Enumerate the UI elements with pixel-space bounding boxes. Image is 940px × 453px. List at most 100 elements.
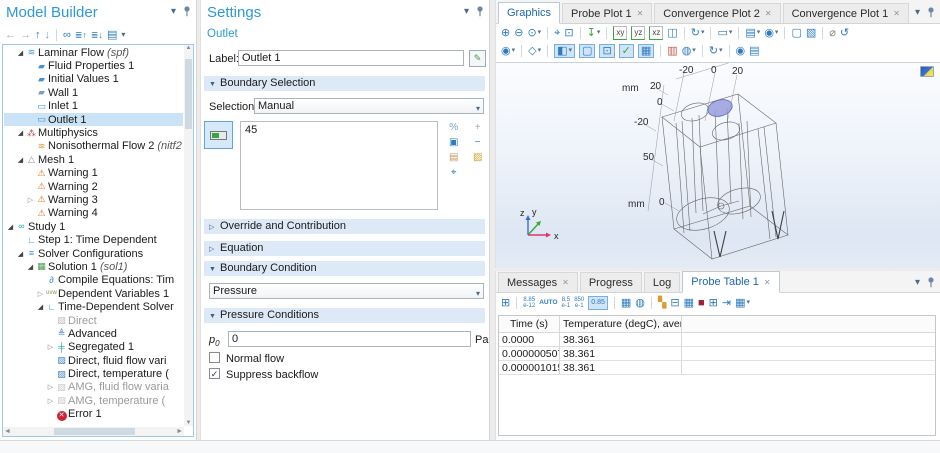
selected-boundary-45[interactable] [706, 97, 734, 119]
edit-label-button[interactable]: ✎ [469, 50, 486, 67]
show-options-icon[interactable]: ∞ [63, 29, 71, 41]
delete-table-icon[interactable]: ⊟ [670, 297, 679, 309]
tree-item-compile-equations-tim[interactable]: ∂Compile Equations: Tim [4, 274, 183, 287]
tree-item-segregated-1[interactable]: ▷╪Segregated 1 [4, 341, 183, 354]
appearance-icon[interactable]: ◧▾ [554, 44, 575, 58]
pin-icon[interactable] [927, 277, 935, 288]
precision-engineering-icon[interactable]: 850e-1 [574, 297, 584, 309]
scroll-up-icon[interactable]: ▲ [184, 45, 193, 51]
tab-probe-table-1[interactable]: Probe Table 1✕ [682, 271, 779, 293]
table-row[interactable]: 0.000001015338.361 [499, 361, 935, 375]
expand-icon[interactable]: ▷ [26, 196, 35, 204]
move-up-icon[interactable]: ↑ [35, 29, 41, 41]
reset-hiding-icon[interactable]: ↺ [840, 27, 849, 39]
image-export-icon[interactable]: ◉▾ [764, 27, 778, 39]
selection-combobox[interactable]: Manual ▾ [254, 98, 484, 114]
snapshot-icon[interactable]: ◉ [736, 45, 746, 57]
tree-item-direct-fluid-flow-vari[interactable]: ▨Direct, fluid flow vari [4, 354, 183, 367]
view-xy-icon[interactable]: xy [613, 26, 627, 40]
hide-selected-icon[interactable]: ⌀ [829, 27, 836, 39]
tree-item-error-1[interactable]: ✕Error 1 [4, 408, 183, 421]
expand-icon[interactable]: ▷ [46, 397, 55, 405]
zoom-selected-icon[interactable]: ⊡ [564, 27, 573, 39]
tree-item-amg-temperature-[interactable]: ▷▧AMG, temperature ( [4, 394, 183, 407]
boundary-selection-section-header[interactable]: ▼Boundary Selection [204, 76, 485, 91]
collapse-all-icon[interactable]: ≣↓ [91, 29, 103, 41]
panel-menu-icon[interactable]: ▾ [915, 8, 920, 18]
graphics-canvas[interactable]: z y x -20020mm200-2050mm0 [496, 62, 940, 268]
normal-flow-checkbox[interactable] [209, 352, 220, 363]
rotate-view-icon[interactable]: ↻▾ [691, 27, 705, 39]
close-icon[interactable]: ✕ [764, 278, 771, 287]
table-color-icon[interactable]: ■ [698, 297, 705, 309]
go-to-view-icon[interactable]: ◇▾ [528, 45, 541, 57]
tree-item-multiphysics[interactable]: ◢⁂Multiphysics [4, 126, 183, 139]
tree-item-nonisothermal-flow-2[interactable]: ≋Nonisothermal Flow 2 (nitf2 [4, 140, 183, 153]
go-forward-icon[interactable]: → [20, 29, 31, 41]
table-row[interactable]: 0.0000005076338.361 [499, 347, 935, 361]
update-table-icon[interactable]: ▦ [684, 297, 694, 309]
scroll-right-icon[interactable]: ► [176, 427, 183, 436]
tree-item-direct-temperature-[interactable]: ▨Direct, temperature ( [4, 367, 183, 380]
view-xz-icon[interactable]: xz [649, 26, 663, 40]
node-label-options-icon[interactable]: ▤ [107, 29, 117, 41]
tab-progress[interactable]: Progress [580, 272, 642, 292]
print-plot-icon[interactable]: ▤ [749, 45, 759, 57]
tree-item-inlet-1[interactable]: ▭Inlet 1 [4, 100, 183, 113]
tree-item-wall-1[interactable]: ▰Wall 1 [4, 86, 183, 99]
collapse-icon[interactable]: ◢ [26, 263, 35, 271]
p0-input[interactable] [228, 331, 471, 347]
close-icon[interactable]: ✕ [562, 278, 569, 287]
toolbar-menu-icon[interactable]: ▾ [121, 29, 125, 41]
selection-list[interactable]: 45 [240, 121, 438, 210]
pin-icon[interactable] [476, 6, 484, 17]
scroll-left-icon[interactable]: ◄ [4, 427, 11, 436]
table-row[interactable]: 0.000038.361 [499, 333, 935, 347]
override-section-header[interactable]: ▷Override and Contribution [204, 219, 485, 234]
copy-table-icon[interactable]: ⊞ [709, 297, 718, 309]
equation-section-header[interactable]: ▷Equation [204, 241, 485, 256]
zoom-extents-icon[interactable]: ⌖ [554, 27, 560, 39]
print-icon[interactable]: ▤▾ [745, 27, 760, 39]
tree-item-warning-2[interactable]: ⚠Warning 2 [4, 180, 183, 193]
select-brush-icon[interactable]: ▨ [473, 152, 482, 163]
pin-icon[interactable] [927, 7, 935, 18]
table-settings-icon[interactable]: ⊞ [501, 297, 510, 309]
tree-item-mesh-1[interactable]: ◢△Mesh 1 [4, 153, 183, 166]
tree-item-warning-4[interactable]: ⚠Warning 4 [4, 207, 183, 220]
tree-item-fluid-properties-1[interactable]: ▰Fluid Properties 1 [4, 59, 183, 72]
create-selection-icon[interactable]: % [449, 122, 458, 133]
outline-toggle-icon[interactable]: ⊡ [599, 44, 614, 58]
copy-selection-icon[interactable]: ▣ [449, 137, 458, 148]
tree-item-solution-1[interactable]: ◢▦Solution 1 (sol1) [4, 260, 183, 273]
pin-icon[interactable] [183, 6, 191, 17]
column-header[interactable]: Temperature (degC), average [560, 316, 682, 332]
column-header[interactable] [682, 316, 935, 332]
tree-item-outlet-1[interactable]: ▭Outlet 1 [4, 113, 183, 126]
zoom-to-selection-icon[interactable]: ⌖ [449, 167, 458, 178]
unit-system-icon[interactable]: ◍ [635, 297, 645, 309]
close-icon[interactable]: ✕ [637, 9, 644, 18]
active-selection-toggle-button[interactable] [204, 121, 233, 149]
zoom-out-icon[interactable]: ⊖ [514, 27, 523, 39]
move-down-icon[interactable]: ↓ [45, 29, 51, 41]
tree-item-time-dependent-solver[interactable]: ◢∟Time-Dependent Solver [4, 300, 183, 313]
tree-item-warning-3[interactable]: ▷⚠Warning 3 [4, 193, 183, 206]
expand-icon[interactable]: ▷ [46, 383, 55, 391]
tab-log[interactable]: Log [644, 272, 680, 292]
precision-scientific-icon[interactable]: 8.85e-12 [523, 297, 535, 309]
expand-all-icon[interactable]: ≣↑ [75, 29, 87, 41]
tree-item-dependent-variables-1[interactable]: ▷uvwDependent Variables 1 [4, 287, 183, 300]
precision-auto-icon[interactable]: AUTO [539, 297, 557, 309]
panel-menu-icon[interactable]: ▾ [464, 7, 469, 17]
selection-list-item[interactable]: 45 [245, 124, 257, 136]
precision-display-icon[interactable]: 0.85 [588, 296, 608, 310]
wireframe-toggle-icon[interactable]: ▢ [579, 44, 595, 58]
table-graph-icon[interactable]: ▦▾ [735, 297, 750, 309]
view-yz-icon[interactable]: yz [631, 26, 645, 40]
grid-toggle-icon[interactable]: ▦ [638, 44, 654, 58]
boundary-condition-combobox[interactable]: Pressure ▾ [209, 283, 484, 299]
tree-item-advanced[interactable]: ≜Advanced [4, 327, 183, 340]
expand-icon[interactable]: ▷ [46, 343, 55, 351]
zoom-box-icon[interactable]: ⊙▾ [527, 27, 541, 39]
